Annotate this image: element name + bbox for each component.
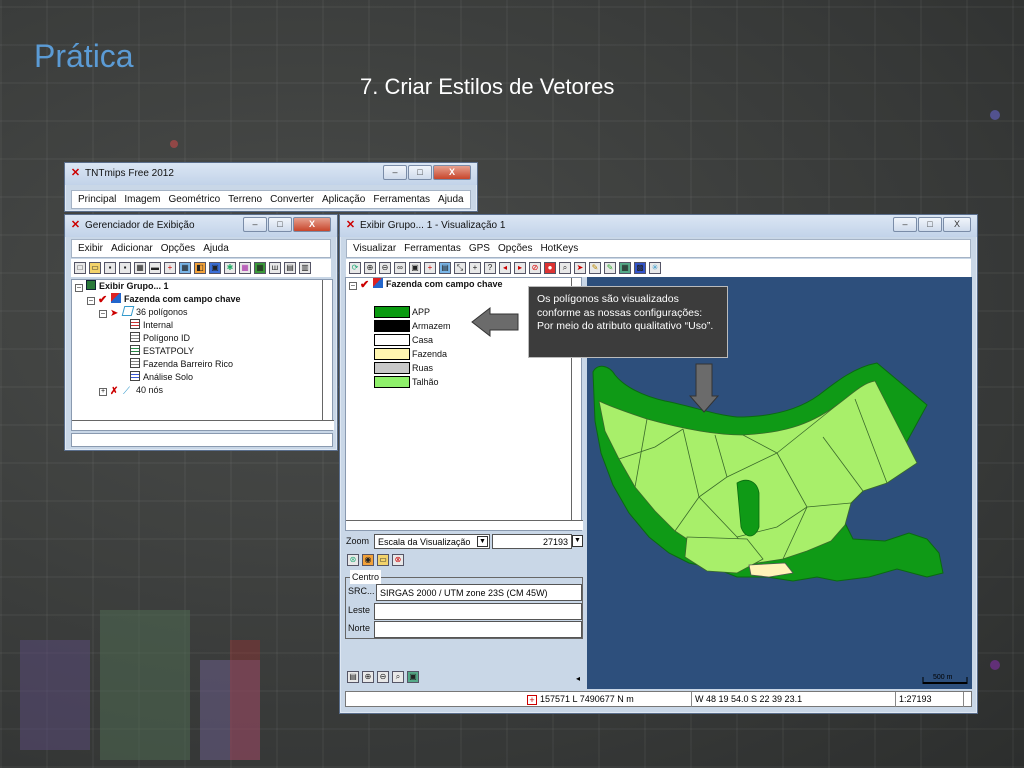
down-arrow-icon (688, 363, 720, 413)
annotation-arrows (471, 306, 720, 413)
callout-box: Os polígonos são visualizados conforme a… (528, 286, 728, 358)
left-arrow-icon (471, 306, 519, 338)
